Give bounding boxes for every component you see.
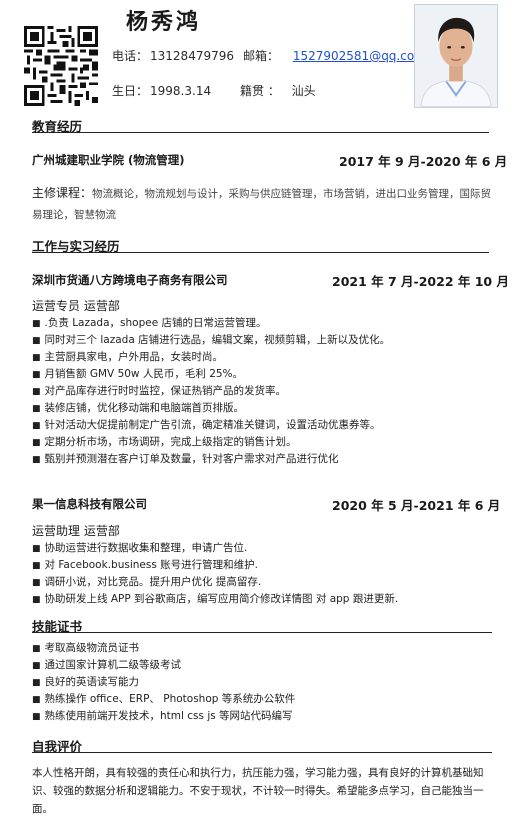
origin-row: 籍贯 ： 汕头: [240, 82, 316, 99]
job-2-date: 2020 年 5 月-2021 年 6 月: [332, 498, 501, 513]
birth-label: 生日：: [112, 84, 149, 98]
birth-row: 生日： 1998.3.14: [112, 82, 211, 99]
candidate-name: 杨秀鸿: [126, 10, 202, 35]
list-item: ■ 熟练使用前端开发技术，html css js 等网站代码编写: [32, 710, 293, 722]
email-row: 邮箱： 1527902581@qq.com: [243, 47, 426, 64]
list-item: ■ 考取高级物流员证书: [32, 642, 140, 654]
job-1-duties: ■ .负责 Lazada，shopee 店铺的日常运营管理。 ■ 同时对三个 laz…: [32, 315, 390, 468]
job-2-company: 果一信息科技有限公司: [32, 497, 147, 511]
courses-label: 主修课程：: [32, 186, 93, 200]
list-item: ■ 同时对三个 lazada 店铺进行选品，编辑文案，视频剪辑，上新以及优化。: [32, 334, 391, 346]
list-item: ■ 良好的英语读写能力: [32, 676, 140, 688]
profile-photo: [414, 4, 498, 108]
email-label: 邮箱：: [243, 49, 280, 63]
list-item: ■ 定期分析市场，市场调研，完成上级指定的销售计划。: [32, 436, 297, 448]
birth-value: 1998.3.14: [150, 84, 212, 98]
list-item: ■ 协助研发上线 APP 到谷歌商店，编写应用简介修改详情图 对 app 跟进更新…: [32, 593, 399, 605]
email-link[interactable]: 1527902581@qq.com: [293, 49, 426, 63]
phone-value: 13128479796: [150, 49, 234, 63]
job-2-role: 运营助理 运营部: [32, 524, 120, 538]
skills-list: ■ 考取高级物流员证书 ■ 通过国家计算机二级等级考试 ■ 良好的英语读写能力 ■ 熟练…: [32, 640, 295, 725]
list-item: ■ 调研小说，对比竞品。提升用户优化 提高留存.: [32, 576, 262, 588]
job-1-company: 深圳市货通八方跨境电子商务有限公司: [32, 273, 228, 287]
phone-row: 电话： 13128479796: [112, 47, 234, 64]
self-eval-text: 本人性格开朗，具有较强的责任心和执行力，抗压能力强，学习能力强，具有良好的计算机…: [32, 767, 484, 815]
job-2-duties: ■ 协助运营进行数据收集和整理，申请广告位. ■ 对 Facebook.busine…: [32, 540, 398, 608]
list-item: ■ 月销售额 GMV 50w 人民币，毛利 25%。: [32, 368, 244, 380]
qr-code-image: [24, 26, 98, 106]
skills-divider: [32, 632, 492, 633]
origin-value: 汕头: [291, 84, 316, 98]
self-eval-divider: [32, 752, 492, 753]
education-date: 2017 年 9 月-2020 年 6 月: [339, 154, 508, 169]
job-1-date: 2021 年 7 月-2022 年 10 月: [332, 274, 509, 289]
list-item: ■ 对 Facebook.business 账号进行管理和维护.: [32, 559, 258, 571]
phone-label: 电话：: [112, 49, 149, 63]
list-item: ■ 对产品库存进行时时监控，保证热销产品的发货率。: [32, 385, 287, 397]
list-item: ■ 针对活动大促提前制定广告引流，确定精准关键词，设置活动优惠券等。: [32, 419, 381, 431]
origin-label: 籍贯 ：: [240, 84, 280, 98]
work-divider: [32, 252, 489, 253]
list-item: ■ 熟练操作 office、ERP、 Photoshop 等系统办公软件: [32, 693, 296, 705]
list-item: ■ 通过国家计算机二级等级考试: [32, 659, 182, 671]
education-school: 广州城建职业学院 (物流管理): [32, 153, 185, 167]
list-item: ■ 甄别并预测潜在客户订单及数量，针对客户需求对产品进行优化: [32, 453, 339, 465]
courses-text: 物流概论，物流规划与设计，采购与供应链管理，市场营销，进出口业务管理，国际贸易理…: [32, 188, 492, 221]
list-item: ■ 装修店铺，优化移动端和电脑端首页排版。: [32, 402, 245, 414]
list-item: ■ .负责 Lazada，shopee 店铺的日常运营管理。: [32, 317, 267, 329]
education-courses: 主修课程：物流概论，物流规划与设计，采购与供应链管理，市场营销，进出口业务管理，…: [32, 183, 494, 226]
list-item: ■ 主营厨具家电，户外用品，女装时尚。: [32, 351, 224, 363]
list-item: ■ 协助运营进行数据收集和整理，申请广告位.: [32, 542, 248, 554]
education-divider: [32, 132, 489, 133]
job-1-role: 运营专员 运营部: [32, 299, 120, 313]
